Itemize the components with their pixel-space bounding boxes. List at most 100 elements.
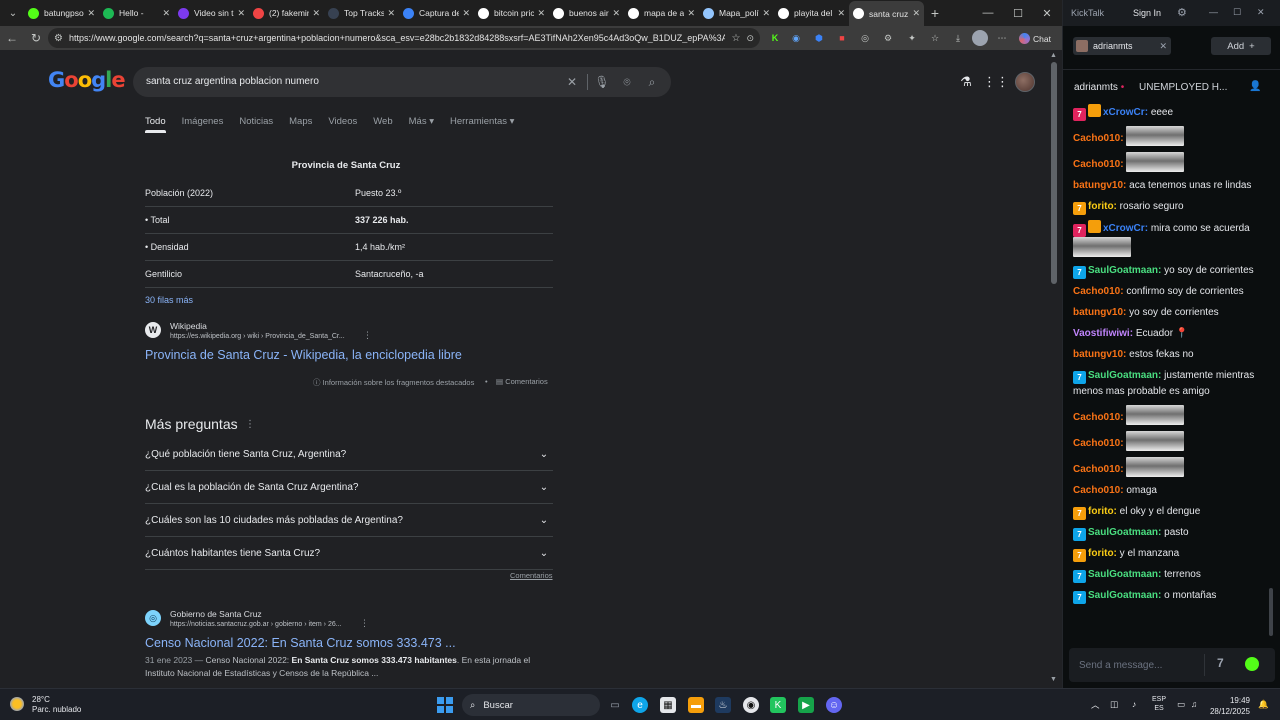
- browser-tab[interactable]: Video sin tít ✕: [174, 1, 249, 25]
- chat-username[interactable]: Cacho010:: [1073, 412, 1124, 423]
- related-question[interactable]: ¿Qué población tiene Santa Cruz, Argenti…: [145, 438, 553, 471]
- chat-username[interactable]: xCrowCr:: [1103, 223, 1148, 234]
- sound-extension-icon[interactable]: ◉: [788, 30, 804, 46]
- chat-username[interactable]: batungv10:: [1073, 307, 1126, 318]
- clear-search-icon[interactable]: ✕: [564, 74, 580, 90]
- kick-minimize-button[interactable]: —: [1209, 7, 1218, 17]
- chat-username[interactable]: Vaostifiwiwi:: [1073, 328, 1133, 339]
- gear-extension-icon[interactable]: ⚙: [880, 30, 896, 46]
- kick-maximize-button[interactable]: ☐: [1233, 7, 1241, 18]
- reload-button[interactable]: ↻: [24, 26, 48, 50]
- chat-username[interactable]: SaulGoatmaan:: [1088, 370, 1161, 381]
- chat-username[interactable]: batungv10:: [1073, 180, 1126, 191]
- taskbar-search[interactable]: ⌕ Buscar: [462, 694, 600, 716]
- close-tab-icon[interactable]: ✕: [1159, 41, 1167, 52]
- chat-username[interactable]: xCrowCr:: [1103, 107, 1148, 118]
- chat-username[interactable]: Cacho010:: [1073, 286, 1124, 297]
- result-more-icon[interactable]: ⋮: [360, 618, 369, 629]
- language-indicator[interactable]: ESP ES: [1152, 695, 1166, 713]
- browser-tab[interactable]: buenos aire ✕: [549, 1, 624, 25]
- search-tab[interactable]: Más ▾: [409, 116, 434, 133]
- chat-username[interactable]: SaulGoatmaan:: [1088, 527, 1161, 538]
- voice-search-icon[interactable]: 🎙: [594, 74, 610, 90]
- page-scrollbar[interactable]: ▲ ▼: [1047, 50, 1062, 687]
- tray-expand-icon[interactable]: ︿: [1091, 699, 1100, 711]
- browser-tab[interactable]: batungpso ✕: [24, 1, 99, 25]
- more-rows-link[interactable]: 30 filas más: [145, 295, 193, 305]
- browser-tab[interactable]: playita del ✕: [774, 1, 849, 25]
- tab-close-icon[interactable]: ✕: [162, 8, 170, 19]
- chat-username[interactable]: forito:: [1088, 506, 1117, 517]
- kick-extension-icon[interactable]: K: [767, 30, 783, 46]
- browser-tab[interactable]: Mapa_polít ✕: [699, 1, 774, 25]
- tab-close-icon[interactable]: ✕: [837, 8, 845, 19]
- more-questions-menu-icon[interactable]: ⋮: [245, 419, 255, 430]
- new-tab-button[interactable]: +: [924, 5, 946, 21]
- browser-tab[interactable]: santa cruz ✕: [849, 1, 924, 26]
- chat-username[interactable]: forito:: [1088, 201, 1117, 212]
- adblock-extension-icon[interactable]: ■: [834, 30, 850, 46]
- about-snippets-link[interactable]: ⓘ Información sobre los fragmentos desta…: [313, 377, 474, 388]
- scrollbar-thumb[interactable]: [1051, 62, 1057, 284]
- chat-username[interactable]: forito:: [1088, 548, 1117, 559]
- tab-close-icon[interactable]: ✕: [462, 8, 470, 19]
- search-tab[interactable]: Videos: [328, 116, 357, 133]
- result-more-icon[interactable]: ⋮: [363, 330, 372, 341]
- tab-close-icon[interactable]: ✕: [312, 8, 320, 19]
- result-breadcrumb[interactable]: https://noticias.santacruz.gob.ar › gobi…: [170, 621, 342, 628]
- bookmark-star-icon[interactable]: ☆: [731, 33, 740, 44]
- system-clock[interactable]: 19:49 28/12/2025: [1196, 695, 1250, 717]
- tab-close-icon[interactable]: ✕: [687, 8, 695, 19]
- windows-start-icon[interactable]: [437, 697, 453, 713]
- chat-username[interactable]: Cacho010:: [1073, 485, 1124, 496]
- account-avatar[interactable]: [1015, 72, 1035, 92]
- browser-menu-icon[interactable]: ⋯: [994, 30, 1010, 46]
- back-button[interactable]: ←: [0, 26, 24, 50]
- search-tab[interactable]: Web: [373, 116, 392, 133]
- close-window-button[interactable]: ✕: [1032, 0, 1062, 26]
- chat-username[interactable]: batungv10:: [1073, 349, 1126, 360]
- tab-close-icon[interactable]: ✕: [87, 8, 95, 19]
- related-question[interactable]: ¿Cuántos habitantes tiene Santa Cruz? ⌄: [145, 537, 553, 570]
- terminal-icon[interactable]: ▶: [798, 697, 814, 713]
- tray-app-icon[interactable]: ◫: [1110, 699, 1118, 710]
- tab-close-icon[interactable]: ✕: [537, 8, 545, 19]
- chat-scrollbar[interactable]: [1269, 588, 1273, 636]
- search-query[interactable]: santa cruz argentina poblacion numero: [146, 76, 319, 87]
- scroll-up-icon[interactable]: ▲: [1050, 52, 1057, 59]
- search-tab[interactable]: Imágenes: [182, 116, 224, 133]
- browser-tab[interactable]: (2) fakemin ✕: [249, 1, 324, 25]
- browser-tab[interactable]: Captura de ✕: [399, 1, 474, 25]
- file-explorer-icon[interactable]: ▬: [688, 697, 704, 713]
- add-channel-button[interactable]: Add +: [1211, 37, 1271, 55]
- browser-tab[interactable]: mapa de ar ✕: [624, 1, 699, 25]
- store-icon[interactable]: ▦: [660, 697, 676, 713]
- address-bar[interactable]: ⚙ https://www.google.com/search?q=santa+…: [48, 28, 760, 48]
- tab-close-icon[interactable]: ✕: [612, 8, 620, 19]
- channel-tab-adrianmts[interactable]: adrianmts ✕: [1073, 37, 1171, 55]
- puzzle-extensions-icon[interactable]: ✦: [904, 30, 920, 46]
- browser-tab[interactable]: bitcoin pric ✕: [474, 1, 549, 25]
- kick-emote-icon[interactable]: [1245, 657, 1259, 671]
- chat-username[interactable]: SaulGoatmaan:: [1088, 590, 1161, 601]
- tab-close-icon[interactable]: ✕: [237, 8, 245, 19]
- chat-username[interactable]: SaulGoatmaan:: [1088, 569, 1161, 580]
- labs-flask-icon[interactable]: ⚗: [958, 74, 974, 90]
- steam-icon[interactable]: ♨: [715, 697, 731, 713]
- result-site-name[interactable]: Wikipedia: [170, 321, 207, 331]
- browser-tab[interactable]: Hello - ✕: [99, 1, 174, 25]
- kick-close-button[interactable]: ✕: [1257, 7, 1265, 18]
- discord-icon[interactable]: ☺: [826, 697, 842, 713]
- related-question[interactable]: ¿Cuáles son las 10 ciudades más pobladas…: [145, 504, 553, 537]
- 7tv-emote-icon[interactable]: 7: [1217, 656, 1224, 670]
- browser-tab[interactable]: Top Tracks ✕: [324, 1, 399, 25]
- bookmarks-icon[interactable]: ☆: [927, 30, 943, 46]
- download-icon[interactable]: ⤓: [950, 30, 966, 46]
- feedback-link[interactable]: ▤ Comentarios: [496, 377, 548, 386]
- search-box[interactable]: santa cruz argentina poblacion numero ✕ …: [133, 67, 671, 97]
- lens-search-icon[interactable]: ⌾: [619, 74, 635, 90]
- tab-close-icon[interactable]: ✕: [762, 8, 770, 19]
- chat-username[interactable]: Cacho010:: [1073, 159, 1124, 170]
- search-tab[interactable]: Herramientas ▾: [450, 116, 514, 133]
- profile-avatar-icon[interactable]: [972, 30, 988, 46]
